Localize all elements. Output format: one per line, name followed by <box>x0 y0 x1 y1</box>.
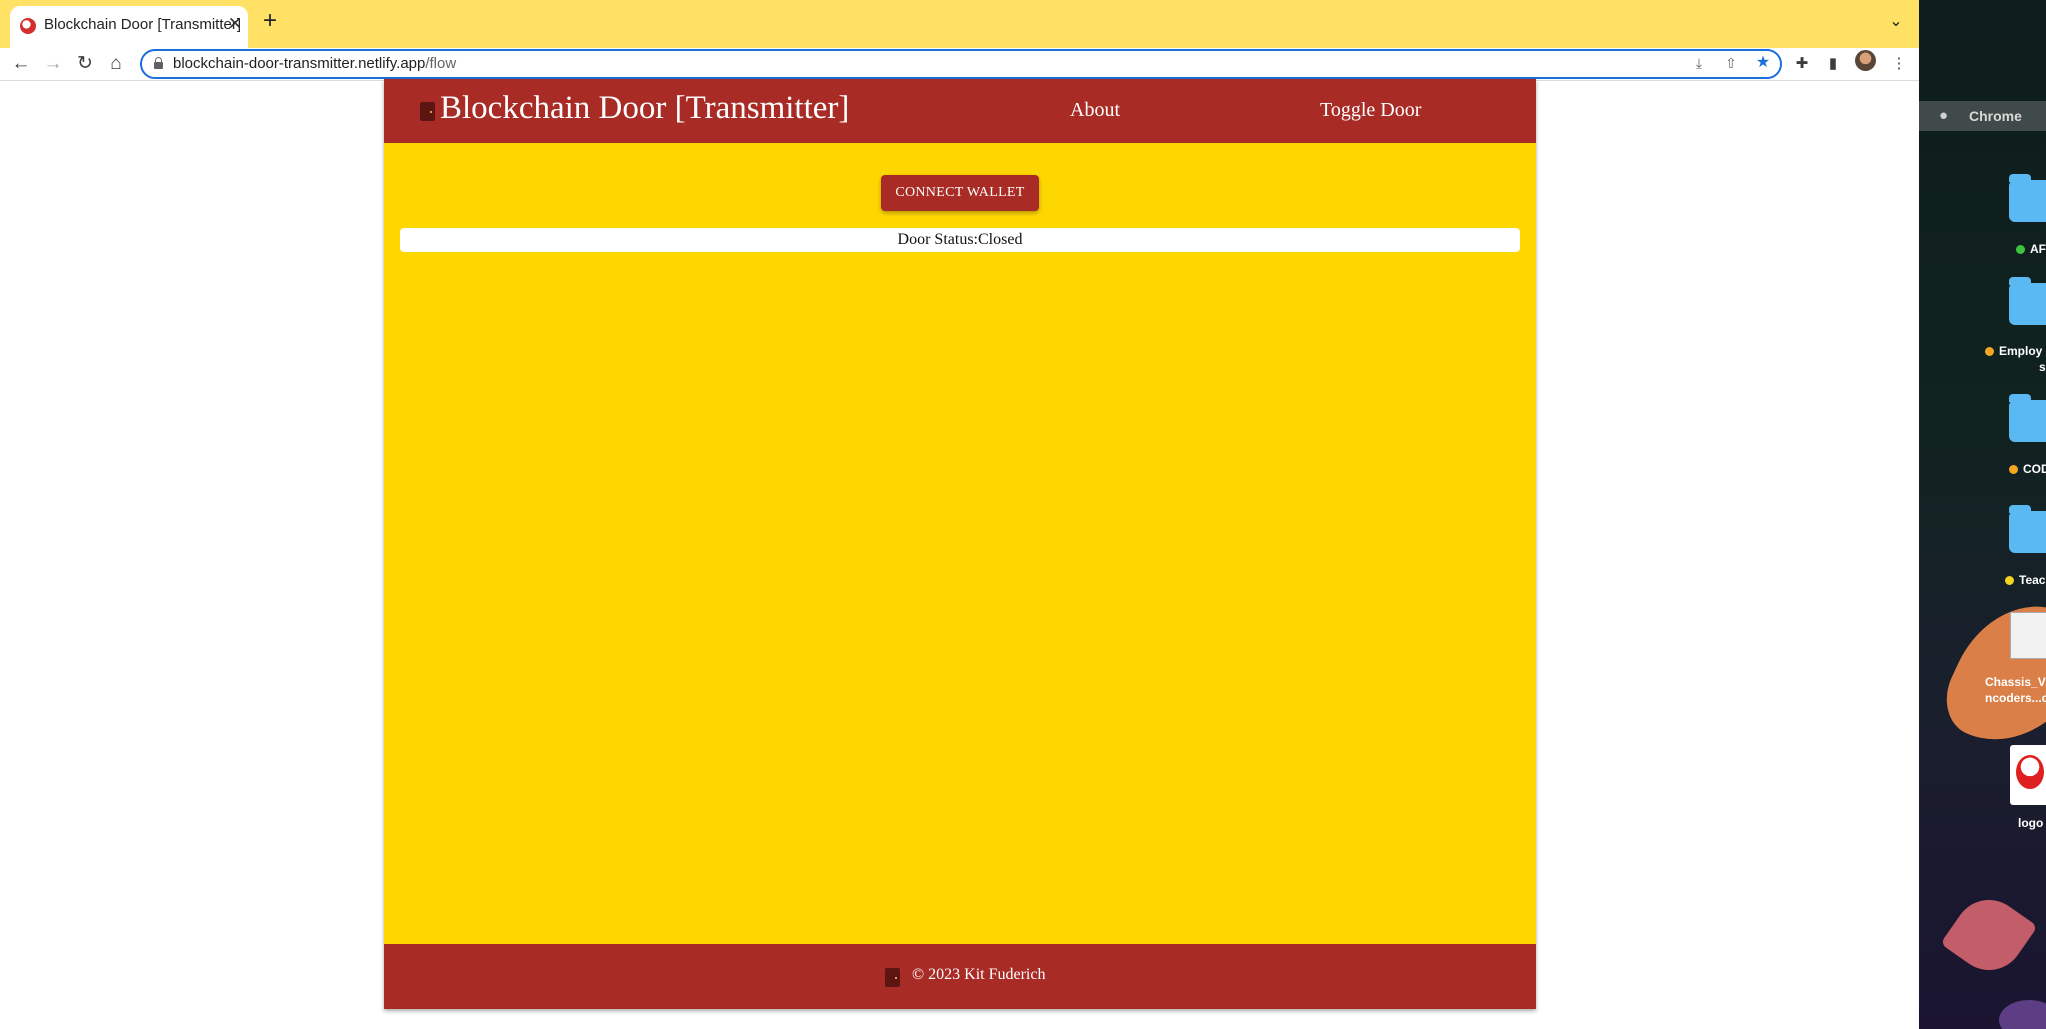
tag-dot <box>1985 347 1994 357</box>
tag-dot <box>2005 576 2014 586</box>
flower-decoration <box>1940 886 2038 984</box>
footer-door-icon <box>885 968 900 987</box>
folder-icon[interactable] <box>2009 174 2046 222</box>
browser-window: Blockchain Door [Transmitter] ✕ + ⌄ ← → … <box>0 0 1919 1029</box>
copyright-text: © 2023 Kit Fuderich <box>912 966 1046 983</box>
flower-decoration-2 <box>1999 1000 2046 1029</box>
door-icon <box>420 102 435 121</box>
desktop-item-text: AF <box>2030 242 2046 256</box>
tab-strip: Blockchain Door [Transmitter] ✕ + ⌄ <box>0 0 1919 48</box>
desktop-item-label[interactable]: AF <box>2016 242 2046 256</box>
forward-icon[interactable]: → <box>41 52 65 76</box>
desktop-item-label[interactable]: COD <box>2009 462 2046 476</box>
side-panel-icon[interactable]: ▮ <box>1822 53 1844 75</box>
connect-wallet-button[interactable]: CONNECT WALLET <box>881 175 1039 211</box>
tab-search-icon[interactable]: ⌄ <box>1886 12 1906 32</box>
tag-dot <box>2016 245 2025 255</box>
url-path: /flow <box>425 55 457 72</box>
desktop-item-text[interactable]: logo <box>2018 816 2043 830</box>
reload-icon[interactable]: ↻ <box>73 52 97 76</box>
install-app-icon[interactable]: ⤓ <box>1689 53 1709 73</box>
extensions-icon[interactable]: ✚ <box>1791 53 1813 75</box>
nav-about-link[interactable]: About <box>1070 99 1120 122</box>
desktop-item-text: ncoders...c <box>1985 691 2046 705</box>
site-footer: © 2023 Kit Fuderich <box>384 944 1536 1009</box>
menubar-app-name[interactable]: Chrome <box>1969 108 2022 124</box>
tab-title: Blockchain Door [Transmitter] <box>44 16 242 33</box>
close-tab-icon[interactable]: ✕ <box>225 14 245 34</box>
menu-kebab-icon[interactable]: ⋮ <box>1888 53 1910 75</box>
active-tab[interactable]: Blockchain Door [Transmitter] ✕ <box>10 6 248 48</box>
web-page: Blockchain Door [Transmitter] About Togg… <box>384 79 1536 1009</box>
lock-icon[interactable] <box>154 57 163 69</box>
desktop-item-text: COD <box>2023 462 2046 476</box>
folder-icon[interactable] <box>2009 394 2046 442</box>
desktop-item-text[interactable]: Chassis_V <box>1985 675 2046 689</box>
door-status-value: Closed <box>978 231 1023 248</box>
desktop-item-label[interactable]: Employ <box>1985 344 2042 358</box>
profile-avatar[interactable] <box>1855 50 1876 71</box>
desktop-item-text: s <box>2039 360 2046 374</box>
desktop-item-text: Employ <box>1999 344 2043 358</box>
desktop-background: ● Chrome AF Employ s COD Teac Chassis_V … <box>1919 0 2046 1029</box>
desktop-item-text: Teac <box>2019 573 2046 587</box>
desktop-item-label[interactable]: Teac <box>2005 573 2045 587</box>
door-status-label: Door Status: <box>897 231 978 248</box>
door-status-bar: Door Status:Closed <box>400 228 1520 252</box>
logo-thumbnail-icon[interactable] <box>2010 745 2046 805</box>
new-tab-icon[interactable]: + <box>258 9 282 34</box>
site-title[interactable]: Blockchain Door [Transmitter] <box>440 90 849 127</box>
apple-icon[interactable]: ● <box>1939 108 1953 124</box>
folder-icon[interactable] <box>2009 277 2046 325</box>
back-icon[interactable]: ← <box>9 52 33 76</box>
browser-toolbar: ← → ↻ ⌂ blockchain-door-transmitter.netl… <box>0 48 1919 81</box>
folder-icon[interactable] <box>2009 505 2046 553</box>
url-text: blockchain-door-transmitter.netlify.app/… <box>173 55 456 72</box>
share-icon[interactable]: ⇧ <box>1721 53 1741 73</box>
favicon-icon <box>20 18 36 34</box>
tag-dot <box>2009 465 2018 475</box>
nav-toggle-door-link[interactable]: Toggle Door <box>1320 99 1421 122</box>
bookmark-star-icon[interactable]: ★ <box>1753 53 1773 73</box>
home-icon[interactable]: ⌂ <box>104 52 128 76</box>
menu-bar: ● Chrome <box>1919 101 2046 131</box>
site-header: Blockchain Door [Transmitter] About Togg… <box>384 79 1536 143</box>
address-bar[interactable]: blockchain-door-transmitter.netlify.app/… <box>140 49 1782 79</box>
file-thumbnail-icon[interactable] <box>2010 612 2046 659</box>
url-host: blockchain-door-transmitter.netlify.app <box>173 55 426 72</box>
